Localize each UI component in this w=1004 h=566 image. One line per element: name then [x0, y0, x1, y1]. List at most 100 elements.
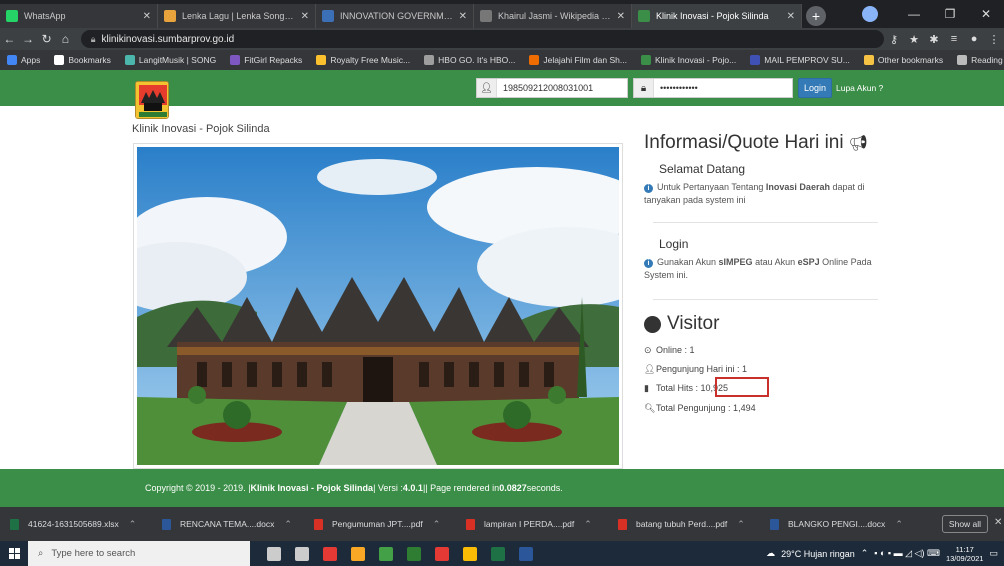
- download-item[interactable]: RENCANA TEMA....docx ⌃: [162, 518, 314, 530]
- bookmark-item[interactable]: Other bookmarks: [857, 55, 950, 65]
- taskbar-app-icon[interactable]: [400, 541, 428, 566]
- taskbar-app-icon[interactable]: [316, 541, 344, 566]
- tab-title: Lenka Lagu | Lenka Songs Down: [182, 11, 297, 21]
- start-button[interactable]: [0, 541, 28, 566]
- extensions-icon[interactable]: ✱: [924, 33, 944, 46]
- account-icon[interactable]: ●: [964, 33, 984, 46]
- tab-close-icon[interactable]: ✕: [617, 11, 625, 22]
- new-tab-button[interactable]: +: [806, 6, 826, 26]
- show-all-button[interactable]: Show all: [942, 515, 988, 533]
- taskbar-app-icon[interactable]: [456, 541, 484, 566]
- lock-icon[interactable]: 🔒︎: [91, 34, 96, 45]
- bookmark-label: Royalty Free Music...: [330, 55, 411, 65]
- file-icon: [466, 518, 475, 530]
- notification-icon[interactable]: ▭: [989, 548, 998, 559]
- tab-favicon-icon: [6, 10, 18, 22]
- bookmark-item[interactable]: HBO GO. It's HBO...: [417, 55, 522, 65]
- tray-chevron-icon[interactable]: ⌃: [861, 548, 869, 559]
- url-input[interactable]: 🔒︎ klinikinovasi.sumbarprov.go.id: [80, 30, 885, 48]
- tab-title: Klinik Inovasi - Pojok Silinda: [656, 11, 769, 21]
- taskbar-app-icon[interactable]: [512, 541, 540, 566]
- browser-tab[interactable]: WhatsApp ✕: [0, 4, 158, 28]
- taskbar-app-icon[interactable]: [484, 541, 512, 566]
- tab-favicon-icon: [480, 10, 492, 22]
- visitor-title: Visitor: [644, 313, 719, 335]
- download-filename: BLANGKO PENGI....docx: [788, 519, 886, 529]
- reload-icon[interactable]: ↻: [37, 32, 56, 46]
- weather-text[interactable]: 29°C Hujan ringan: [781, 549, 855, 559]
- minimize-icon[interactable]: —: [896, 7, 932, 21]
- download-item[interactable]: lampiran I PERDA....pdf ⌃: [466, 518, 618, 530]
- home-icon[interactable]: ⌂: [56, 32, 75, 46]
- login-button[interactable]: Login: [798, 78, 832, 98]
- taskbar-app-icon[interactable]: [372, 541, 400, 566]
- total-visitors: 🔍︎Total Pengunjung : 1,494: [644, 403, 756, 414]
- folder-icon: [957, 55, 968, 65]
- browser-tab[interactable]: Lenka Lagu | Lenka Songs Down ✕: [158, 4, 316, 28]
- chevron-up-icon[interactable]: ⌃: [895, 519, 903, 530]
- user-icon: 👤︎: [477, 79, 497, 97]
- windows-icon: [8, 548, 20, 559]
- downloads-bar: 41624-1631505689.xlsx ⌃ RENCANA TEMA....do…: [0, 507, 1004, 541]
- chevron-up-icon[interactable]: ⌃: [129, 519, 137, 530]
- back-icon[interactable]: ←: [0, 32, 19, 46]
- download-item[interactable]: batang tubuh Perd....pdf ⌃: [618, 518, 770, 530]
- browser-tab[interactable]: INNOVATION GOVERNMENT AV ✕: [316, 4, 474, 28]
- bookmark-label: Apps: [21, 55, 41, 65]
- tab-title: INNOVATION GOVERNMENT AV: [340, 11, 455, 21]
- chevron-up-icon[interactable]: ⌃: [584, 519, 592, 530]
- bookmark-item[interactable]: MAIL PEMPROV SU...: [743, 55, 857, 65]
- toolbar-icons: ⚷ ★ ✱ ≡ ● ⋮: [884, 33, 1004, 46]
- provincial-logo[interactable]: [135, 81, 169, 119]
- taskbar-app-icon[interactable]: [344, 541, 372, 566]
- bookmark-item[interactable]: Jelajahi Film dan Sh...: [522, 55, 634, 65]
- password-input[interactable]: 🔒︎ ••••••••••••: [633, 78, 793, 98]
- taskbar-app-icon[interactable]: [260, 541, 288, 566]
- close-window-icon[interactable]: ✕: [968, 7, 1004, 21]
- menu-icon[interactable]: ⋮: [984, 33, 1004, 46]
- star-icon[interactable]: ★: [904, 33, 924, 46]
- tab-close-icon[interactable]: ✕: [459, 11, 467, 22]
- download-item[interactable]: BLANGKO PENGI....docx ⌃: [770, 518, 922, 530]
- nip-input[interactable]: 👤︎ 198509212008031001: [476, 78, 628, 98]
- welcome-text-pre: Untuk Pertanyaan Tentang: [657, 182, 766, 192]
- taskbar-app-icon[interactable]: [428, 541, 456, 566]
- tab-close-icon[interactable]: ✕: [787, 11, 795, 22]
- download-item[interactable]: Pengumuman JPT....pdf ⌃: [314, 518, 466, 530]
- profile-avatar[interactable]: [862, 6, 878, 22]
- key-icon[interactable]: ⚷: [884, 33, 904, 46]
- bookmark-item[interactable]: FitGirl Repacks: [223, 55, 309, 65]
- welcome-title: Selamat Datang: [659, 162, 746, 176]
- chevron-up-icon[interactable]: ⌃: [284, 519, 292, 530]
- app-glyph: [323, 546, 337, 561]
- forward-icon[interactable]: →: [19, 32, 38, 46]
- clock-icon: ⊙: [644, 345, 652, 355]
- playlist-icon[interactable]: ≡: [944, 33, 964, 46]
- bookmark-item[interactable]: LangitMusik | SONG: [118, 55, 223, 65]
- welcome-text: i Untuk Pertanyaan Tentang Inovasi Daerah…: [644, 181, 874, 207]
- taskbar-app-icon[interactable]: [288, 541, 316, 566]
- tray-icons[interactable]: ▪ ◐ ▪ ▬ ◿ ◁) ⌨: [874, 548, 940, 559]
- chevron-up-icon[interactable]: ⌃: [737, 519, 745, 530]
- maximize-icon[interactable]: ❐: [932, 7, 968, 21]
- browser-tab[interactable]: Klinik Inovasi - Pojok Silinda ✕: [632, 4, 802, 28]
- bookmark-item[interactable]: Apps: [0, 55, 47, 65]
- clock[interactable]: 11:17 13/09/2021: [946, 545, 984, 563]
- bookmark-icon: [7, 55, 17, 65]
- taskbar-search[interactable]: ⌕ Type here to search: [28, 541, 250, 566]
- tab-close-icon[interactable]: ✕: [143, 11, 151, 22]
- online-text: Online : 1: [656, 345, 695, 355]
- download-item[interactable]: 41624-1631505689.xlsx ⌃: [10, 518, 162, 530]
- tab-close-icon[interactable]: ✕: [301, 11, 309, 22]
- close-downloads-icon[interactable]: ✕: [994, 517, 1002, 528]
- bookmark-item[interactable]: Reading list: [950, 55, 1004, 65]
- forgot-account-link[interactable]: Lupa Akun ?: [836, 83, 883, 93]
- browser-tab[interactable]: Khairul Jasmi - Wikipedia bahasa ✕: [474, 4, 632, 28]
- bookmarks-bar: Apps Bookmarks LangitMusik | SONG FitGirl R…: [0, 50, 1004, 70]
- bookmark-item[interactable]: Klinik Inovasi - Pojo...: [634, 55, 743, 65]
- chevron-up-icon[interactable]: ⌃: [433, 519, 441, 530]
- bookmark-item[interactable]: Bookmarks: [47, 55, 118, 65]
- footer-version-pre: | Versi :: [373, 483, 403, 493]
- clock-date: 13/09/2021: [945, 553, 984, 563]
- bookmark-item[interactable]: Royalty Free Music...: [309, 55, 417, 65]
